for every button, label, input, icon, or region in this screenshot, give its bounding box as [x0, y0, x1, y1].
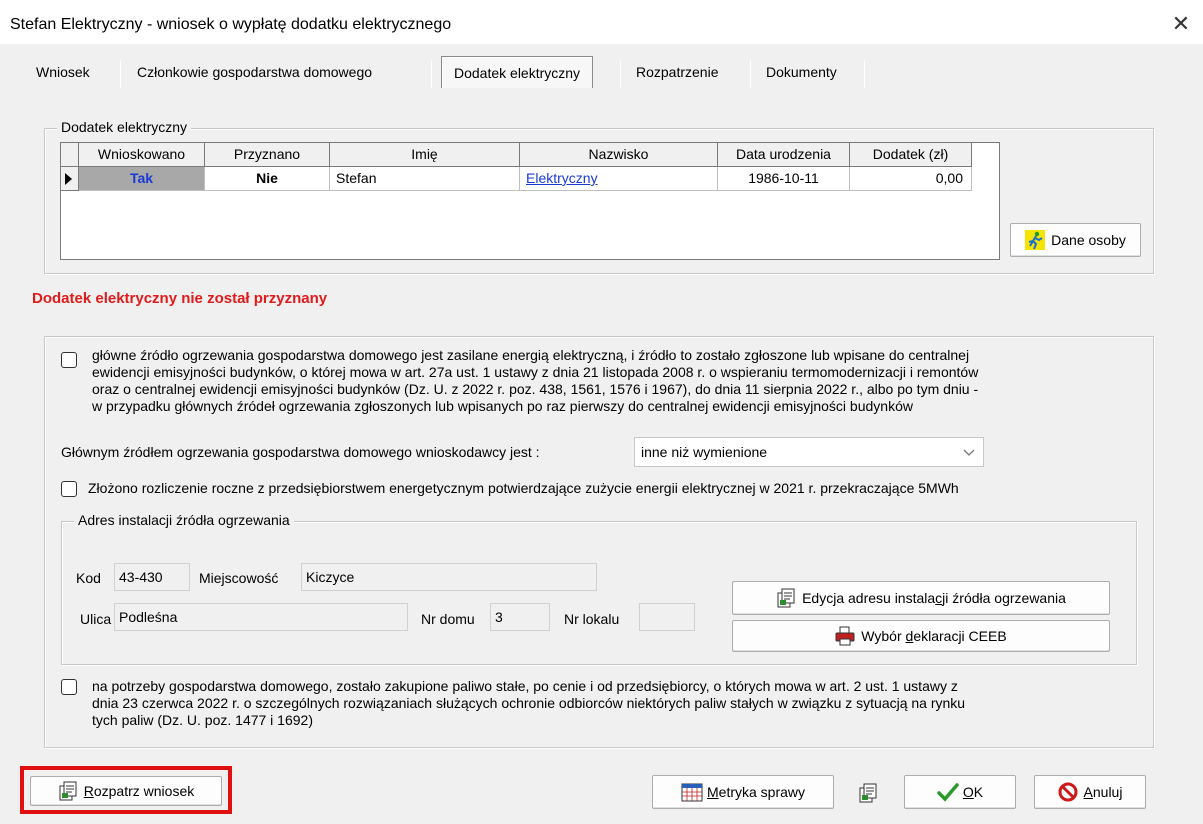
- address-group-label: Adres instalacji źródła ogrzewania: [74, 512, 294, 528]
- tab-czlonkowie[interactable]: Członkowie gospodarstwa domowego: [125, 56, 384, 88]
- cell-imie[interactable]: Stefan: [330, 167, 520, 191]
- heating-text: główne źródło ogrzewania gospodarstwa do…: [92, 347, 1142, 415]
- document-edit-button[interactable]: [850, 778, 886, 808]
- edit-address-button[interactable]: Edycja adresu instalacji źródła ogrzewan…: [732, 581, 1110, 615]
- ok-button[interactable]: OK: [904, 775, 1016, 809]
- rozpatrz-label-part: ozpatrz wniosek: [93, 783, 195, 799]
- dodatek-group-label: Dodatek elektryczny: [57, 119, 192, 135]
- cell-wnioskowano[interactable]: Tak: [79, 167, 205, 191]
- dane-osoby-button[interactable]: Dane osoby: [1010, 223, 1141, 257]
- miejscowosc-label: Miejscowość: [199, 570, 279, 586]
- tab-dokumenty[interactable]: Dokumenty: [754, 56, 849, 88]
- ok-label: OK: [963, 784, 983, 800]
- printer-icon: [835, 626, 855, 646]
- dialog-window: Stefan Elektryczny - wniosek o wypłatę d…: [0, 0, 1203, 824]
- dane-osoby-label: Dane osoby: [1051, 232, 1126, 248]
- document-edit-icon: [858, 783, 878, 803]
- edit-document-icon: [776, 588, 796, 608]
- ceeb-label-part: Wybór: [861, 628, 906, 644]
- edit-address-label-part: Edycja adresu instala: [802, 590, 936, 606]
- main-source-label: Głównym źródłem ogrzewania gospodarstwa …: [61, 444, 540, 460]
- anuluj-accelerator: A: [1083, 784, 1093, 800]
- cell-data-urodzenia[interactable]: 1986-10-11: [718, 167, 850, 191]
- chevron-down-icon: [963, 438, 975, 476]
- rozpatrz-label: Rozpatrz wniosek: [84, 783, 195, 799]
- metryka-label-part: etryka sprawy: [718, 784, 806, 800]
- heating-line: oraz o centralnej ewidencji emisyjności …: [92, 381, 979, 397]
- anuluj-button[interactable]: Anuluj: [1034, 775, 1146, 809]
- cancel-icon: [1058, 782, 1078, 802]
- tab-dodatek-elektryczny[interactable]: Dodatek elektryczny: [441, 56, 594, 88]
- main-source-select[interactable]: inne niż wymienione: [634, 437, 984, 467]
- heating-checkbox[interactable]: [61, 352, 77, 368]
- settlement-checkbox[interactable]: [61, 481, 77, 497]
- ceeb-declaration-button[interactable]: Wybór deklaracji CEEB: [732, 620, 1110, 652]
- metryka-sprawy-button[interactable]: Metryka sprawy: [652, 775, 834, 809]
- tab-wniosek[interactable]: Wniosek: [24, 56, 102, 88]
- col-przyznano[interactable]: Przyznano: [205, 143, 330, 167]
- row-indicator: [61, 167, 79, 191]
- edit-address-label-part: ji źródła ogrzewania: [942, 590, 1066, 606]
- settlement-text: Złożono rozliczenie roczne z przedsiębio…: [88, 480, 959, 496]
- ceeb-label: Wybór deklaracji CEEB: [861, 628, 1006, 644]
- tab-rozpatrzenie[interactable]: Rozpatrzenie: [624, 56, 731, 88]
- metryka-accelerator: M: [706, 784, 719, 800]
- status-message: Dodatek elektryczny nie został przyznany: [32, 290, 328, 307]
- metryka-label: Metryka sprawy: [707, 784, 805, 800]
- documents-icon: [58, 781, 78, 801]
- anuluj-label: Anuluj: [1084, 784, 1123, 800]
- header-indicator: [61, 143, 79, 167]
- fuel-line: tych paliw (Dz. U. poz. 1477 i 1692): [92, 712, 313, 728]
- fuel-line: na potrzeby gospodarstwa domowego, zosta…: [92, 678, 958, 694]
- fuel-text: na potrzeby gospodarstwa domowego, zosta…: [92, 678, 1142, 729]
- col-dodatek[interactable]: Dodatek (zł): [850, 143, 972, 167]
- nr-lokalu-label: Nr lokalu: [564, 611, 620, 627]
- anuluj-label-part: nuluj: [1092, 784, 1123, 800]
- heating-line: w przypadku głównych źródeł ogrzewania z…: [92, 398, 913, 414]
- ceeb-label-part: eklaracji CEEB: [913, 628, 1007, 644]
- checkmark-icon: [937, 782, 959, 802]
- nr-domu-label: Nr domu: [421, 611, 475, 627]
- ok-label-part: K: [973, 784, 984, 800]
- ulica-field[interactable]: Podleśna: [114, 603, 408, 631]
- window-title: Stefan Elektryczny - wniosek o wypłatę d…: [10, 16, 452, 33]
- col-wnioskowano[interactable]: Wnioskowano: [79, 143, 205, 167]
- kod-label: Kod: [76, 570, 101, 586]
- nazwisko-link[interactable]: Elektryczny: [526, 170, 598, 186]
- title-bar: Stefan Elektryczny - wniosek o wypłatę d…: [0, 0, 1203, 44]
- row-pointer-icon: [65, 173, 72, 185]
- tab-separator: [750, 60, 751, 88]
- tab-separator: [864, 60, 865, 88]
- nr-domu-field[interactable]: 3: [490, 603, 550, 631]
- col-nazwisko[interactable]: Nazwisko: [520, 143, 718, 167]
- rozpatrz-accelerator: R: [83, 783, 94, 799]
- fuel-checkbox[interactable]: [61, 679, 77, 695]
- tab-separator: [431, 60, 432, 88]
- tab-separator: [120, 60, 121, 88]
- ok-accelerator: O: [962, 784, 974, 800]
- fuel-line: dnia 23 czerwca 2022 r. o szczególnych r…: [92, 695, 966, 711]
- kod-field[interactable]: 43-430: [114, 563, 190, 591]
- heating-line: ewidencji emisyjności budynków, o której…: [92, 364, 979, 380]
- cell-dodatek[interactable]: 0,00: [850, 167, 972, 191]
- heating-line: główne źródło ogrzewania gospodarstwa do…: [92, 347, 970, 363]
- col-imie[interactable]: Imię: [330, 143, 520, 167]
- calendar-icon: [681, 782, 703, 802]
- cell-przyznano[interactable]: Nie: [205, 167, 330, 191]
- running-person-icon: [1025, 230, 1046, 250]
- col-data-urodzenia[interactable]: Data urodzenia: [718, 143, 850, 167]
- close-icon[interactable]: ✕: [1167, 10, 1195, 38]
- edit-address-label: Edycja adresu instalacji źródła ogrzewan…: [802, 590, 1066, 606]
- nr-lokalu-field[interactable]: [639, 603, 695, 631]
- rozpatrz-wniosek-button[interactable]: Rozpatrz wniosek: [30, 776, 222, 806]
- ulica-label: Ulica: [80, 611, 112, 627]
- tab-separator: [620, 60, 621, 88]
- tab-bar: Wniosek Członkowie gospodarstwa domowego…: [0, 56, 1203, 90]
- main-source-value: inne niż wymienione: [641, 444, 768, 460]
- dodatek-grid[interactable]: Wnioskowano Przyznano Imię Nazwisko Data…: [60, 142, 1000, 260]
- cell-nazwisko[interactable]: Elektryczny: [520, 167, 718, 191]
- miejscowosc-field[interactable]: Kiczyce: [301, 563, 597, 591]
